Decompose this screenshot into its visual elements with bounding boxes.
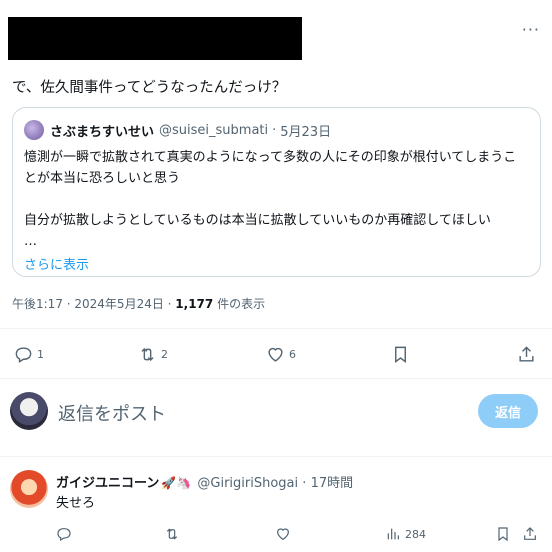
- retweet-count: 2: [161, 347, 168, 361]
- reply-submit-button[interactable]: 返信: [478, 394, 538, 428]
- avatar[interactable]: [10, 392, 48, 430]
- reply-text: 失せろ: [56, 496, 96, 511]
- reply-icon: [57, 528, 71, 542]
- reply-time[interactable]: 17時間: [311, 476, 354, 491]
- more-icon[interactable]: ···: [522, 22, 540, 38]
- share-icon: [524, 527, 536, 540]
- share-button[interactable]: [517, 340, 536, 368]
- view-count-label: 件の表示: [213, 297, 266, 311]
- like-count: 6: [289, 347, 296, 361]
- heart-icon: [277, 528, 289, 541]
- reply-count: 1: [37, 347, 44, 361]
- like-button[interactable]: 6: [266, 340, 296, 368]
- retweet-button[interactable]: [164, 522, 180, 546]
- reply-author-emoji: 🚀🦄: [161, 476, 192, 490]
- bookmark-button[interactable]: [495, 522, 511, 546]
- redacted-header: [8, 17, 302, 60]
- reply-button[interactable]: [56, 522, 72, 546]
- retweet-icon: [166, 528, 178, 540]
- share-icon: [519, 345, 534, 362]
- quote-header: さぶまちすいせい @suisei_submati · 5月23日: [24, 120, 529, 140]
- divider: [0, 328, 552, 329]
- reply-actions: 284: [0, 522, 552, 546]
- view-count: 1,177: [175, 297, 214, 311]
- retweet-button[interactable]: 2: [138, 340, 168, 368]
- reply-view-count: 284: [405, 527, 426, 541]
- reply-icon: [15, 346, 32, 363]
- quoted-tweet[interactable]: さぶまちすいせい @suisei_submati · 5月23日 憶測が一瞬で拡…: [12, 107, 541, 277]
- reply-button[interactable]: 1: [14, 340, 44, 368]
- divider: [0, 378, 552, 379]
- like-button[interactable]: [275, 522, 291, 546]
- views-button[interactable]: 284: [385, 522, 426, 546]
- quote-author-name[interactable]: さぶまちすいせい: [50, 121, 154, 140]
- tweet-timestamp[interactable]: 午後1:17 · 2024年5月24日 ·: [12, 297, 175, 311]
- bookmark-icon: [395, 346, 406, 363]
- bookmark-button[interactable]: [391, 340, 410, 368]
- divider: [0, 456, 552, 457]
- heart-icon: [268, 347, 283, 362]
- analytics-icon: [387, 528, 399, 540]
- share-button[interactable]: [522, 522, 538, 546]
- retweet-icon: [141, 347, 154, 361]
- quote-author-handle[interactable]: @suisei_submati: [159, 123, 268, 138]
- tweet-actions: 1 2 6: [0, 340, 552, 368]
- reply-separator: ·: [302, 476, 307, 491]
- reply-input[interactable]: 返信をポスト: [58, 400, 166, 426]
- quote-date[interactable]: 5月23日: [280, 121, 331, 140]
- reply-header: ガイジユニコーン 🚀🦄 @GirigiriShogai · 17時間: [56, 472, 353, 491]
- bookmark-icon: [498, 527, 508, 542]
- reply-author-name[interactable]: ガイジユニコーン: [56, 476, 159, 491]
- quote-separator: ·: [272, 122, 277, 138]
- tweet-meta: 午後1:17 · 2024年5月24日 · 1,177 件の表示: [12, 295, 265, 312]
- quote-body: 憶測が一瞬で拡散されて真実のようになって多数の人にその印象が根付いてしまうことが…: [24, 150, 517, 249]
- tweet-text: で、佐久間事件ってどうなったんだっけ？: [12, 80, 287, 96]
- avatar[interactable]: [24, 120, 44, 140]
- avatar[interactable]: [10, 470, 48, 508]
- reply-author-handle[interactable]: @GirigiriShogai: [197, 476, 298, 491]
- reply-composer: 返信をポスト 返信: [0, 390, 552, 434]
- show-more-link[interactable]: さらに表示: [24, 254, 529, 273]
